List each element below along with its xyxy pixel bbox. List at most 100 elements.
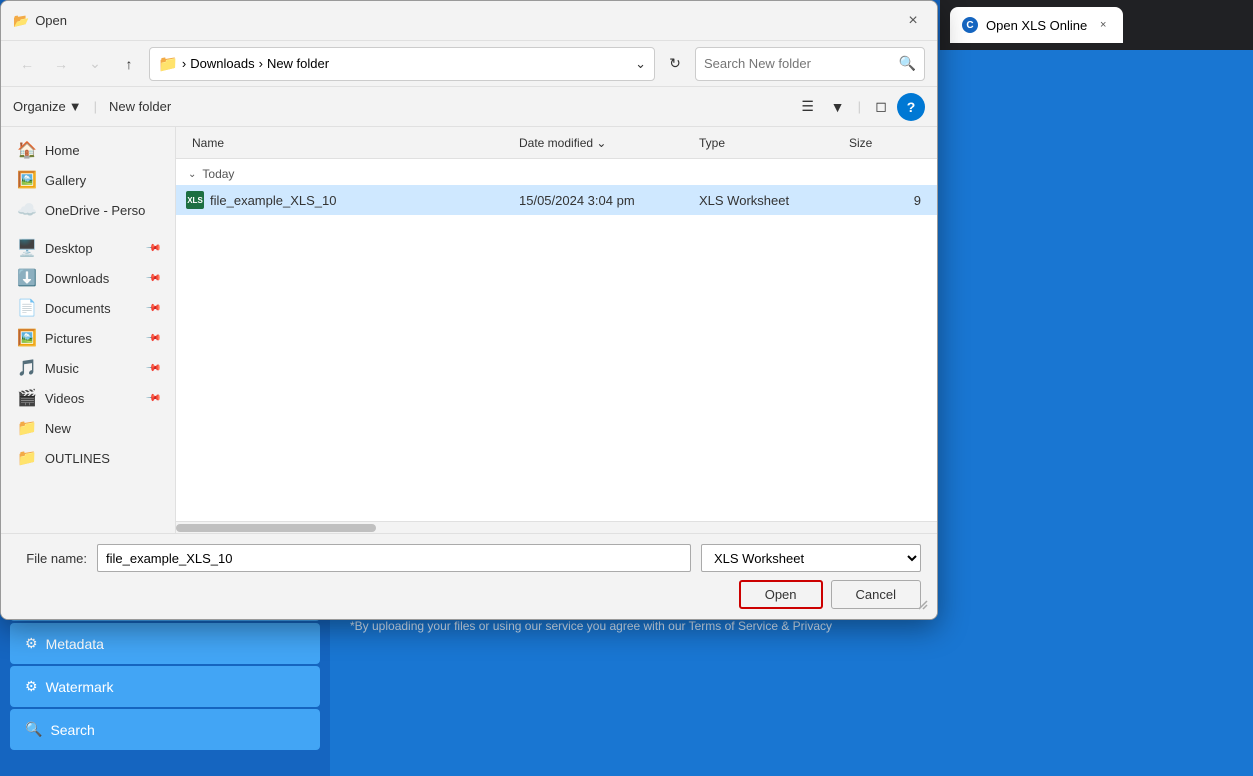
file-name: file_example_XLS_10 xyxy=(210,193,336,208)
sidebar-item-desktop-label: Desktop xyxy=(45,241,93,256)
file-name-cell: XLS file_example_XLS_10 xyxy=(184,191,519,209)
pictures-pin-icon: 📌 xyxy=(144,330,161,347)
filetype-select[interactable]: XLS Worksheet All Files xyxy=(701,544,921,572)
desktop-pin-icon: 📌 xyxy=(144,240,161,257)
breadcrumb-separator-1: › xyxy=(182,56,186,71)
group-chevron-icon: ⌄ xyxy=(188,169,196,180)
col-date-sort-icon: ⌄ xyxy=(596,136,606,150)
horizontal-scrollbar[interactable] xyxy=(176,521,937,533)
sidebar-item-new[interactable]: 📁 New xyxy=(5,413,171,443)
sidebar-divider xyxy=(1,225,175,233)
col-date-header[interactable]: Date modified ⌄ xyxy=(519,136,699,150)
search-bar: 🔍 xyxy=(695,47,925,81)
dialog-actions-bar: Organize ▼ | New folder ☰ ▼ | ◻ ? xyxy=(1,87,937,127)
breadcrumb-downloads[interactable]: Downloads xyxy=(190,56,254,71)
home-icon: 🏠 xyxy=(17,140,37,160)
cancel-btn[interactable]: Cancel xyxy=(831,580,921,609)
xls-file-icon: XLS xyxy=(186,191,204,209)
sidebar-item-gallery-label: Gallery xyxy=(45,173,86,188)
sidebar-item-music[interactable]: 🎵 Music 📌 xyxy=(5,353,171,383)
nav-recent-btn[interactable]: ⌄ xyxy=(81,50,109,78)
sidebar-item-videos-label: Videos xyxy=(45,391,85,406)
scrollbar-thumb[interactable] xyxy=(176,524,376,532)
open-btn[interactable]: Open xyxy=(739,580,823,609)
sidebar-item-gallery[interactable]: 🖼️ Gallery xyxy=(5,165,171,195)
help-btn[interactable]: ? xyxy=(897,93,925,121)
filename-label: File name: xyxy=(17,551,87,566)
nav-up-btn[interactable]: ↑ xyxy=(115,50,143,78)
group-today-label: Today xyxy=(202,167,234,181)
sidebar-item-pictures[interactable]: 🖼️ Pictures 📌 xyxy=(5,323,171,353)
sidebar-item-new-label: New xyxy=(45,421,71,436)
sidebar-item-outlines-label: OUTLINES xyxy=(45,451,110,466)
new-folder-label: New folder xyxy=(109,99,171,114)
resize-handle[interactable] xyxy=(917,599,929,611)
pictures-icon: 🖼️ xyxy=(17,328,37,348)
outlines-icon: 📁 xyxy=(17,448,37,468)
col-name-header[interactable]: Name xyxy=(184,136,519,150)
organize-label: Organize xyxy=(13,99,66,114)
breadcrumb-folder-icon: 📁 xyxy=(158,54,178,74)
desktop-icon: 🖥️ xyxy=(17,238,37,258)
sidebar-item-home-label: Home xyxy=(45,143,80,158)
group-today-header[interactable]: ⌄ Today xyxy=(176,163,937,185)
sidebar-item-pictures-label: Pictures xyxy=(45,331,92,346)
search-input[interactable] xyxy=(704,56,899,71)
nav-forward-btn[interactable]: → xyxy=(47,50,75,78)
view-icons: ☰ ▼ | ◻ ? xyxy=(794,93,925,121)
table-row[interactable]: XLS file_example_XLS_10 15/05/2024 3:04 … xyxy=(176,185,937,215)
file-type-cell: XLS Worksheet xyxy=(699,193,849,208)
file-date-cell: 15/05/2024 3:04 pm xyxy=(519,193,699,208)
organize-btn[interactable]: Organize ▼ xyxy=(13,99,82,114)
sidebar-item-downloads-label: Downloads xyxy=(45,271,109,286)
dialog-main: Name Date modified ⌄ Type Size xyxy=(176,127,937,533)
documents-icon: 📄 xyxy=(17,298,37,318)
sidebar-item-videos[interactable]: 🎬 Videos 📌 xyxy=(5,383,171,413)
sidebar-item-home[interactable]: 🏠 Home xyxy=(5,135,171,165)
sidebar-item-documents-label: Documents xyxy=(45,301,111,316)
filename-input[interactable] xyxy=(97,544,691,572)
music-icon: 🎵 xyxy=(17,358,37,378)
sidebar-item-documents[interactable]: 📄 Documents 📌 xyxy=(5,293,171,323)
col-size-header[interactable]: Size xyxy=(849,136,929,150)
dialog-title-area: 📂 Open xyxy=(13,13,67,29)
filename-row: File name: XLS Worksheet All Files xyxy=(17,544,921,572)
new-folder-nav-icon: 📁 xyxy=(17,418,37,438)
sidebar-item-desktop[interactable]: 🖥️ Desktop 📌 xyxy=(5,233,171,263)
view-columns-btn[interactable]: ◻ xyxy=(867,93,895,121)
organize-chevron-icon: ▼ xyxy=(69,99,82,114)
search-submit-icon[interactable]: 🔍 xyxy=(899,55,916,72)
view-dropdown-btn[interactable]: ▼ xyxy=(824,93,852,121)
dialog-overlay: 📂 Open × ← → ⌄ ↑ 📁 › Downloads › New fol… xyxy=(0,0,1253,776)
view-details-btn[interactable]: ☰ xyxy=(794,93,822,121)
view-divider: | xyxy=(858,99,861,114)
resize-icon xyxy=(917,599,929,611)
sidebar-item-outlines[interactable]: 📁 OUTLINES xyxy=(5,443,171,473)
col-type-header[interactable]: Type xyxy=(699,136,849,150)
actions-divider: | xyxy=(94,99,97,114)
videos-icon: 🎬 xyxy=(17,388,37,408)
dialog-toolbar: ← → ⌄ ↑ 📁 › Downloads › New folder ⌄ ↻ 🔍 xyxy=(1,41,937,87)
dialog-sidebar: 🏠 Home 🖼️ Gallery ☁️ OneDrive - Perso 🖥️… xyxy=(1,127,176,533)
gallery-icon: 🖼️ xyxy=(17,170,37,190)
file-size-cell: 9 xyxy=(849,193,929,208)
onedrive-icon: ☁️ xyxy=(17,200,37,220)
documents-pin-icon: 📌 xyxy=(144,300,161,317)
breadcrumb-bar: 📁 › Downloads › New folder ⌄ xyxy=(149,47,655,81)
sidebar-item-onedrive-label: OneDrive - Perso xyxy=(45,203,145,218)
dialog-close-btn[interactable]: × xyxy=(901,9,925,33)
dialog-titlebar: 📂 Open × xyxy=(1,1,937,41)
nav-back-btn[interactable]: ← xyxy=(13,50,41,78)
file-list: ⌄ Today XLS file_example_XLS_10 15/05/20… xyxy=(176,159,937,521)
sidebar-item-downloads[interactable]: ⬇️ Downloads 📌 xyxy=(5,263,171,293)
new-folder-btn[interactable]: New folder xyxy=(109,99,171,114)
refresh-btn[interactable]: ↻ xyxy=(661,50,689,78)
sidebar-item-music-label: Music xyxy=(45,361,79,376)
footer-buttons: Open Cancel xyxy=(17,580,921,609)
dialog-footer: File name: XLS Worksheet All Files Open … xyxy=(1,533,937,619)
dialog-title-text: Open xyxy=(35,13,67,28)
breadcrumb-separator-2: › xyxy=(259,56,263,71)
breadcrumb-dropdown-btn[interactable]: ⌄ xyxy=(635,56,646,72)
sidebar-item-onedrive[interactable]: ☁️ OneDrive - Perso xyxy=(5,195,171,225)
breadcrumb-new-folder[interactable]: New folder xyxy=(267,56,329,71)
